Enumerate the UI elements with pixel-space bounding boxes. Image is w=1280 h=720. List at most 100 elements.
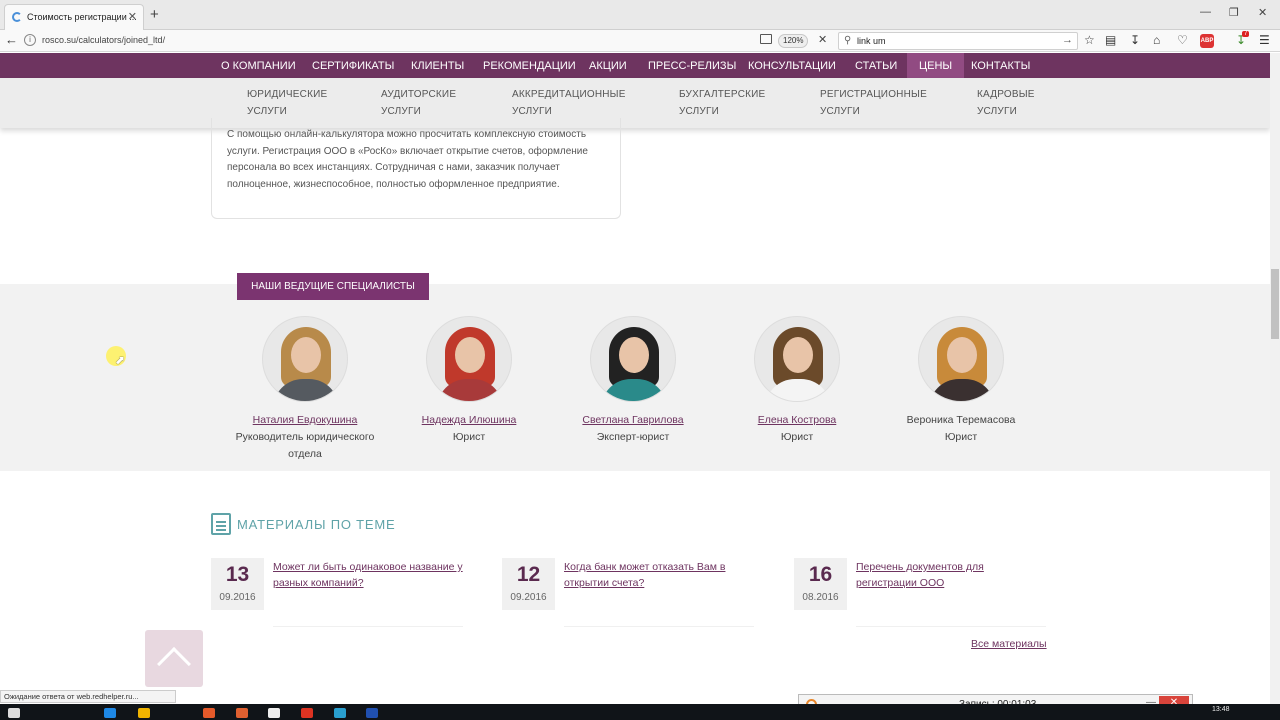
avatar-face: [455, 337, 485, 373]
date-day: 12: [516, 563, 541, 586]
submenu-label: УСЛУГИ: [977, 106, 1017, 117]
date-badge: 12 09.2016: [502, 558, 555, 610]
submenu-item-audit[interactable]: АУДИТОРСКИЕ УСЛУГИ: [381, 86, 456, 120]
specialist-name-link[interactable]: Светлана Гаврилова: [548, 412, 718, 429]
window-minimize-button[interactable]: —: [1200, 6, 1211, 18]
material-link[interactable]: Может ли быть одинаковое название у разн…: [273, 559, 463, 591]
taskbar-app-icon[interactable]: [268, 708, 280, 718]
scrollbar-thumb[interactable]: [1271, 269, 1279, 339]
site-info-icon[interactable]: i: [24, 34, 36, 46]
back-arrow-icon[interactable]: ←: [5, 32, 18, 47]
submenu-item-legal[interactable]: ЮРИДИЧЕСКИЕ УСЛУГИ: [247, 86, 327, 120]
all-materials-link[interactable]: Все материалы: [971, 638, 1047, 650]
search-box[interactable]: ⚲ link um →: [838, 32, 1078, 50]
avatar[interactable]: [590, 316, 676, 402]
adblock-icon[interactable]: ABP: [1200, 34, 1214, 48]
material-link[interactable]: Когда банк может отказать Вам в открытии…: [564, 559, 754, 591]
extension-download-icon[interactable]: ↧ 7: [1236, 31, 1250, 47]
nav-item-consultations[interactable]: КОНСУЛЬТАЦИИ: [748, 53, 836, 78]
tab-close-icon[interactable]: ✕: [128, 5, 137, 29]
taskbar-app-icon[interactable]: [334, 708, 346, 718]
home-icon[interactable]: ⌂: [1153, 33, 1160, 47]
search-icon: ⚲: [844, 35, 852, 46]
window-close-button[interactable]: ✕: [1258, 6, 1267, 19]
taskbar-app-icon[interactable]: [236, 708, 248, 718]
calculator-description: С помощью онлайн-калькулятора можно прос…: [227, 129, 588, 190]
download-icon[interactable]: ↧: [1130, 33, 1140, 47]
browser-tab-bar: Стоимость регистрации ... ✕ + — ❐ ✕: [0, 0, 1280, 30]
new-tab-button[interactable]: +: [150, 6, 159, 23]
start-icon[interactable]: [8, 708, 20, 718]
nav-item-articles[interactable]: СТАТЬИ: [855, 53, 897, 78]
hamburger-menu-icon[interactable]: ☰: [1259, 33, 1270, 47]
avatar-face: [619, 337, 649, 373]
specialist-card: Светлана Гаврилова Эксперт-юрист: [548, 316, 718, 446]
avatar-face: [947, 337, 977, 373]
material-divider: [856, 626, 1046, 627]
material-link[interactable]: Перечень документов для регистрации ООО: [856, 559, 1046, 591]
specialist-name-link[interactable]: Елена Кострова: [712, 412, 882, 429]
taskbar-app-icon[interactable]: [104, 708, 116, 718]
page-scrollbar[interactable]: [1270, 53, 1280, 705]
specialist-role: Юрист: [780, 431, 814, 443]
nav-item-prices[interactable]: ЦЕНЫ: [907, 53, 965, 78]
avatar[interactable]: [262, 316, 348, 402]
browser-status-bar: Ожидание ответа от web.redhelper.ru...: [0, 690, 176, 703]
address-bar[interactable]: rosco.su/calculators/joined_ltd/: [42, 35, 165, 45]
search-go-arrow-icon[interactable]: →: [1062, 34, 1073, 46]
specialist-name-link[interactable]: Надежда Илюшина: [384, 412, 554, 429]
specialist-card: Елена Кострова Юрист: [712, 316, 882, 446]
date-badge: 13 09.2016: [211, 558, 264, 610]
nav-item-clients[interactable]: КЛИЕНТЫ: [411, 53, 464, 78]
material-divider: [273, 626, 463, 627]
nav-item-certificates[interactable]: СЕРТИФИКАТЫ: [312, 53, 394, 78]
prices-submenu: ЮРИДИЧЕСКИЕ УСЛУГИ АУДИТОРСКИЕ УСЛУГИ АККР…: [0, 78, 1270, 128]
taskbar-app-icon[interactable]: [138, 708, 150, 718]
search-input[interactable]: link um: [857, 36, 886, 46]
chevron-up-icon: [157, 647, 191, 681]
material-item: 13 09.2016 Может ли быть одинаковое назв…: [211, 558, 463, 628]
nav-item-about[interactable]: О КОМПАНИИ: [221, 53, 296, 78]
specialist-card: Вероника Теремасова Юрист: [876, 316, 1046, 446]
taskbar-app-icon[interactable]: [203, 708, 215, 718]
nav-item-recommendations[interactable]: РЕКОМЕНДАЦИИ: [483, 53, 576, 78]
specialist-name: Вероника Теремасова: [906, 414, 1016, 426]
stop-loading-icon[interactable]: ✕: [818, 33, 827, 46]
date-month: 09.2016: [219, 592, 256, 603]
avatar[interactable]: [754, 316, 840, 402]
material-divider: [564, 626, 754, 627]
pocket-icon[interactable]: ♡: [1177, 33, 1188, 47]
submenu-item-accounting[interactable]: БУХГАЛТЕРСКИЕ УСЛУГИ: [679, 86, 765, 120]
specialist-name-link[interactable]: Наталия Евдокушина: [220, 412, 390, 429]
submenu-item-hr[interactable]: КАДРОВЫЕ УСЛУГИ: [977, 86, 1035, 120]
date-month: 08.2016: [802, 592, 839, 603]
materials-title: МАТЕРИАЛЫ ПО ТЕМЕ: [237, 517, 396, 532]
submenu-label: РЕГИСТРАЦИОННЫЕ: [820, 89, 927, 100]
specialists-title: НАШИ ВЕДУЩИЕ СПЕЦИАЛИСТЫ: [237, 273, 429, 300]
window-restore-button[interactable]: ❐: [1229, 6, 1239, 19]
specialist-card: Наталия Евдокушина Руководитель юридичес…: [220, 316, 390, 463]
specialist-role: Юрист: [452, 431, 486, 443]
bookmark-star-icon[interactable]: ☆: [1084, 33, 1095, 47]
calculator-info-card: С помощью онлайн-калькулятора можно прос…: [211, 118, 621, 219]
nav-item-contacts[interactable]: КОНТАКТЫ: [971, 53, 1030, 78]
submenu-item-registration[interactable]: РЕГИСТРАЦИОННЫЕ УСЛУГИ: [820, 86, 927, 120]
avatar[interactable]: [426, 316, 512, 402]
extension-badge-count: 7: [1242, 31, 1250, 37]
scroll-to-top-button[interactable]: [145, 630, 203, 687]
nav-item-press-releases[interactable]: ПРЕСС-РЕЛИЗЫ: [648, 53, 736, 78]
date-month: 09.2016: [510, 592, 547, 603]
nav-item-promotions[interactable]: АКЦИИ: [589, 53, 627, 78]
browser-tab[interactable]: Стоимость регистрации ... ✕: [4, 4, 144, 30]
material-item: 16 08.2016 Перечень документов для регис…: [794, 558, 1046, 628]
zoom-level-badge[interactable]: 120%: [778, 34, 809, 48]
date-badge: 16 08.2016: [794, 558, 847, 610]
reading-list-icon[interactable]: ▤: [1105, 33, 1116, 47]
specialist-role: Руководитель юридического отдела: [235, 431, 375, 460]
tab-title: Стоимость регистрации ...: [27, 12, 137, 22]
reader-view-icon[interactable]: [760, 34, 772, 44]
taskbar-app-icon[interactable]: [301, 708, 313, 718]
taskbar-app-icon[interactable]: [366, 708, 378, 718]
avatar-face: [783, 337, 813, 373]
submenu-item-accreditation[interactable]: АККРЕДИТАЦИОННЫЕ УСЛУГИ: [512, 86, 626, 120]
